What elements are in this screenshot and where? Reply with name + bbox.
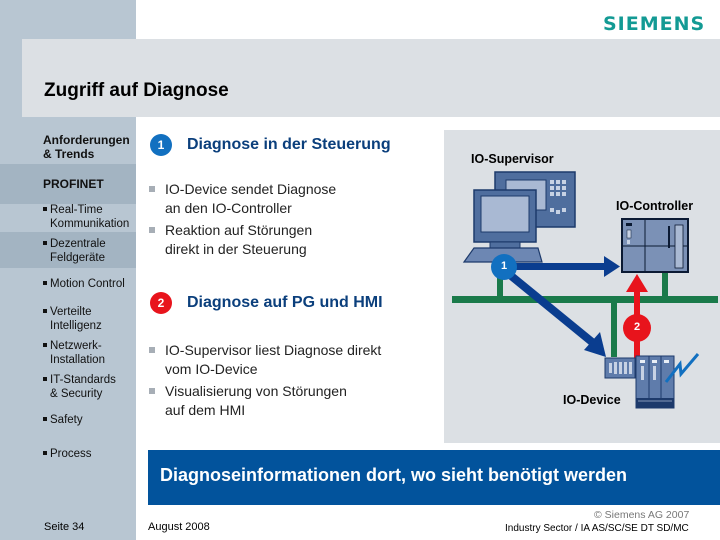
sidebar-item-verteilte-intelligenz[interactable]: Verteilte Intelligenz bbox=[43, 305, 102, 333]
sidebar-item-realtime[interactable]: Real-Time Kommunikation bbox=[43, 203, 129, 231]
arrow-supervisor-to-device bbox=[501, 266, 595, 346]
bullet-square-icon bbox=[149, 227, 155, 233]
footer-date: August 2008 bbox=[148, 521, 210, 533]
bullet-icon bbox=[43, 342, 47, 347]
section-2-bullets: IO-Supervisor liest Diagnose direkt vom … bbox=[148, 341, 381, 423]
sidebar-item-process[interactable]: Process bbox=[43, 447, 92, 461]
marker-1-label: 1 bbox=[500, 260, 508, 272]
bullet-square-icon bbox=[149, 347, 155, 353]
marker-2-label: 2 bbox=[633, 321, 641, 333]
siemens-logo: SIEMENS bbox=[603, 13, 706, 35]
bullet-item: Reaktion auf Störungen direkt in der Ste… bbox=[148, 221, 336, 259]
arrowhead-controller bbox=[604, 256, 620, 277]
bullet-item: IO-Supervisor liest Diagnose direkt vom … bbox=[148, 341, 381, 379]
network-diagram: IO-Supervisor IO-Controller IO-Device 1 … bbox=[444, 130, 720, 443]
footer-copyright: © Siemens AG 2007 bbox=[594, 509, 690, 521]
section-2-badge: 2 bbox=[150, 292, 172, 314]
io-controller-icon bbox=[621, 218, 689, 273]
sidebar-item-it-standards[interactable]: IT-Standards & Security bbox=[43, 373, 116, 401]
bullet-icon bbox=[43, 450, 47, 455]
page-title: Zugriff auf Diagnose bbox=[44, 80, 229, 101]
arrowhead-controller-red bbox=[626, 274, 648, 292]
sidebar-item-dezentrale[interactable]: Dezentrale Feldgeräte bbox=[43, 237, 106, 265]
controller-drop bbox=[662, 270, 668, 298]
sidebar-item-netzwerk-installation[interactable]: Netzwerk- Installation bbox=[43, 339, 105, 367]
bullet-icon bbox=[43, 240, 47, 245]
footer-org: Industry Sector / IA AS/SC/SE DT SD/MC bbox=[505, 523, 689, 534]
sidebar-section-anforderungen[interactable]: Anforderungen & Trends bbox=[43, 133, 130, 161]
bullet-square-icon bbox=[149, 186, 155, 192]
bullet-item: Visualisierung von Störungen auf dem HMI bbox=[148, 382, 381, 420]
section-1-title: Diagnose in der Steuerung bbox=[187, 136, 391, 153]
sidebar-item-safety[interactable]: Safety bbox=[43, 413, 83, 427]
bullet-icon bbox=[43, 308, 47, 313]
summary-banner-text: Diagnoseinformationen dort, wo sieht ben… bbox=[160, 465, 628, 485]
bullet-icon bbox=[43, 416, 47, 421]
io-controller-label: IO-Controller bbox=[616, 199, 694, 213]
io-supervisor-label: IO-Supervisor bbox=[471, 152, 554, 166]
device-drop bbox=[611, 302, 617, 357]
bullet-icon bbox=[43, 376, 47, 381]
section-1-bullets: IO-Device sendet Diagnose an den IO-Cont… bbox=[148, 180, 336, 262]
bullet-square-icon bbox=[149, 388, 155, 394]
network-bus bbox=[452, 296, 718, 303]
sidebar-item-motion-control[interactable]: Motion Control bbox=[43, 277, 125, 291]
section-1-badge: 1 bbox=[150, 134, 172, 156]
title-bar bbox=[22, 39, 720, 117]
sidebar-section-profinet[interactable]: PROFINET bbox=[43, 177, 104, 191]
bullet-icon bbox=[43, 206, 47, 211]
page-number: Seite 34 bbox=[44, 521, 85, 533]
bullet-icon bbox=[43, 280, 47, 285]
io-supervisor-icon bbox=[462, 171, 576, 263]
section-2-title: Diagnose auf PG und HMI bbox=[187, 294, 383, 311]
bullet-item: IO-Device sendet Diagnose an den IO-Cont… bbox=[148, 180, 336, 218]
io-device-label: IO-Device bbox=[563, 393, 621, 407]
arrow-supervisor-to-controller bbox=[507, 263, 607, 270]
